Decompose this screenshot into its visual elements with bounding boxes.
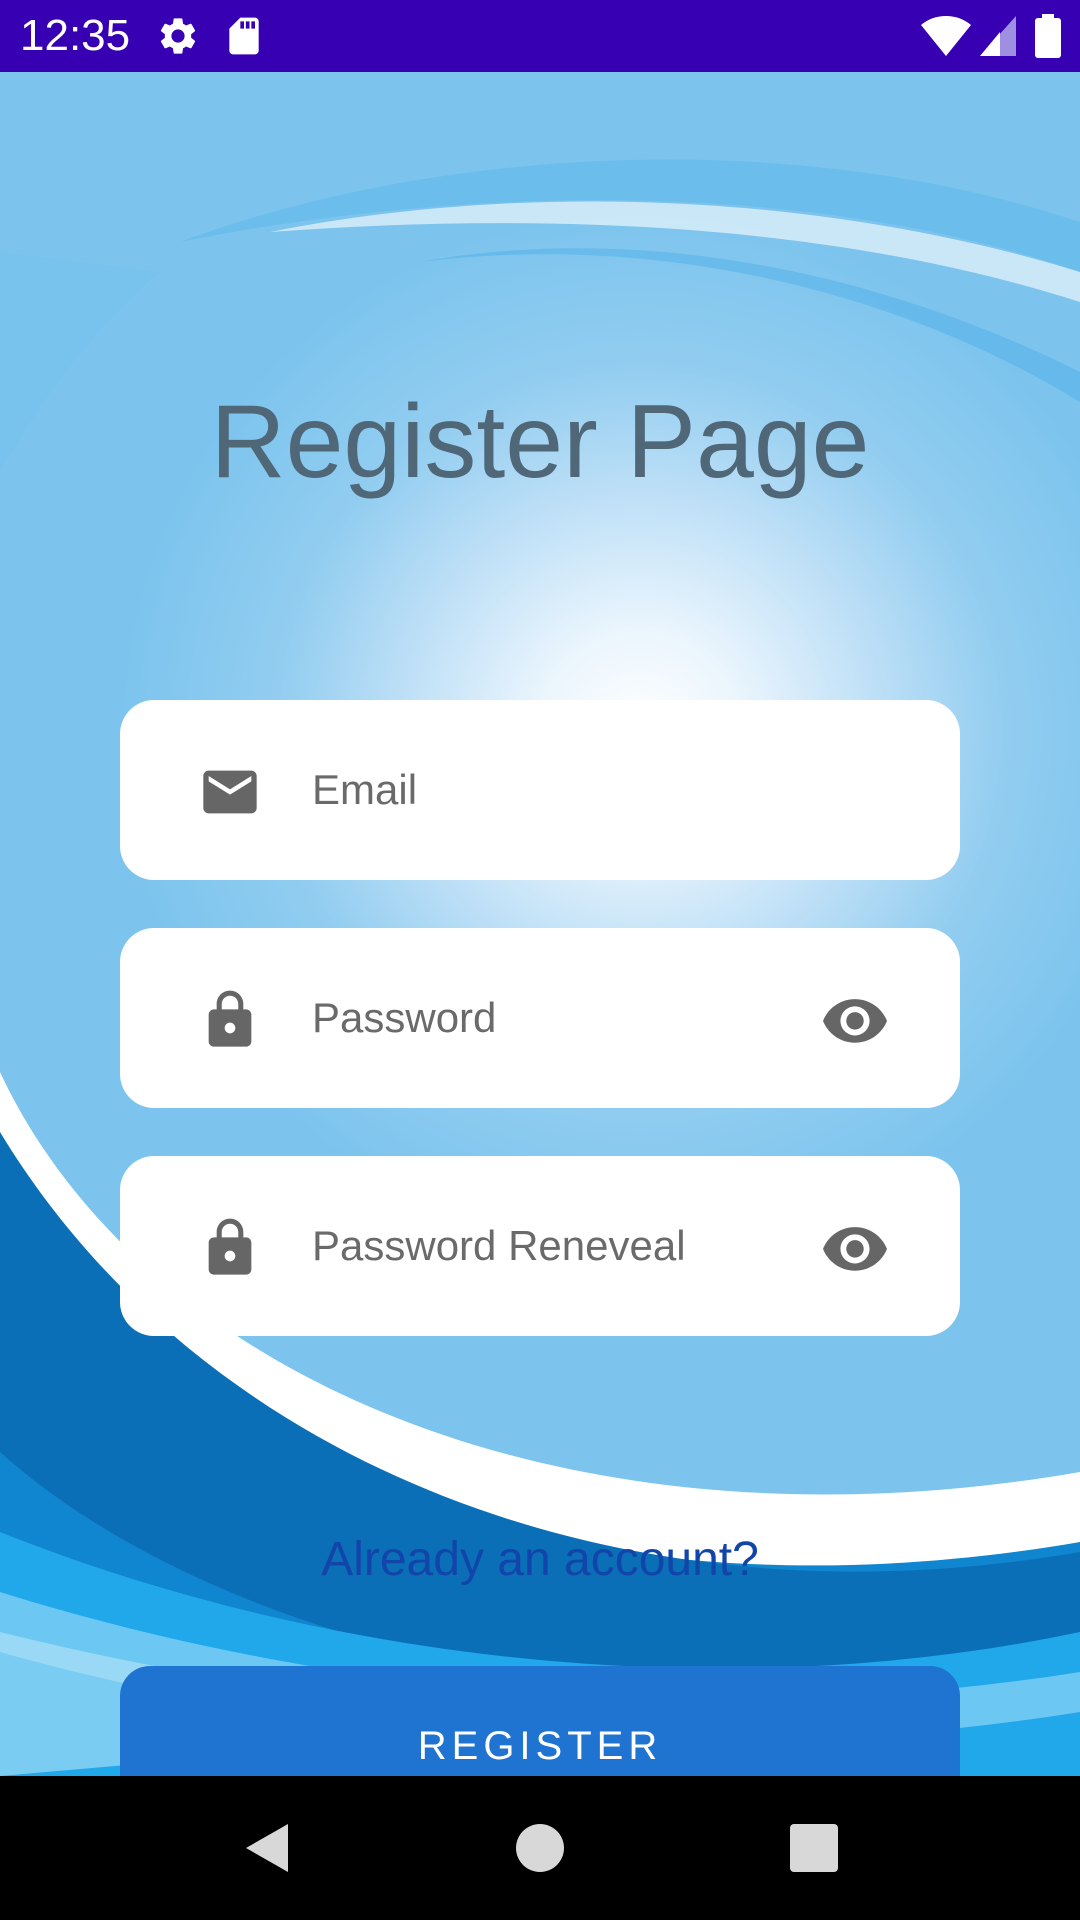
register-screen: 12:35 Register Page Email Password Passw… xyxy=(0,0,1080,1920)
password-field[interactable]: Password xyxy=(120,928,960,1108)
register-content: Register Page Email Password Password Re… xyxy=(0,72,1080,1776)
recents-icon[interactable] xyxy=(786,1820,842,1876)
page-title: Register Page xyxy=(210,384,870,500)
register-button[interactable]: REGISTER xyxy=(120,1666,960,1776)
status-time: 12:35 xyxy=(20,11,131,60)
eye-icon[interactable] xyxy=(820,1214,890,1278)
lock-icon xyxy=(198,1216,262,1280)
home-icon[interactable] xyxy=(512,1820,568,1876)
mail-icon xyxy=(198,760,262,824)
wifi-icon xyxy=(920,14,972,58)
password-confirm-placeholder: Password Reneveal xyxy=(312,1222,686,1269)
email-field[interactable]: Email xyxy=(120,700,960,880)
cell-signal-icon xyxy=(978,14,1022,58)
navigation-bar xyxy=(0,1776,1080,1920)
gear-icon xyxy=(156,14,200,58)
email-placeholder: Email xyxy=(312,766,418,813)
sd-card-icon xyxy=(222,14,266,58)
battery-icon xyxy=(1034,14,1062,58)
register-button-label: REGISTER xyxy=(417,1724,663,1768)
login-link[interactable]: Already an account? xyxy=(0,1530,1080,1590)
background-waves xyxy=(0,159,1080,1776)
eye-icon[interactable] xyxy=(820,986,890,1050)
password-confirm-field[interactable]: Password Reneveal xyxy=(120,1156,960,1336)
password-placeholder: Password xyxy=(312,994,497,1041)
lock-icon xyxy=(198,988,262,1052)
status-bar: 12:35 xyxy=(0,0,1080,72)
back-icon[interactable] xyxy=(240,1820,296,1876)
